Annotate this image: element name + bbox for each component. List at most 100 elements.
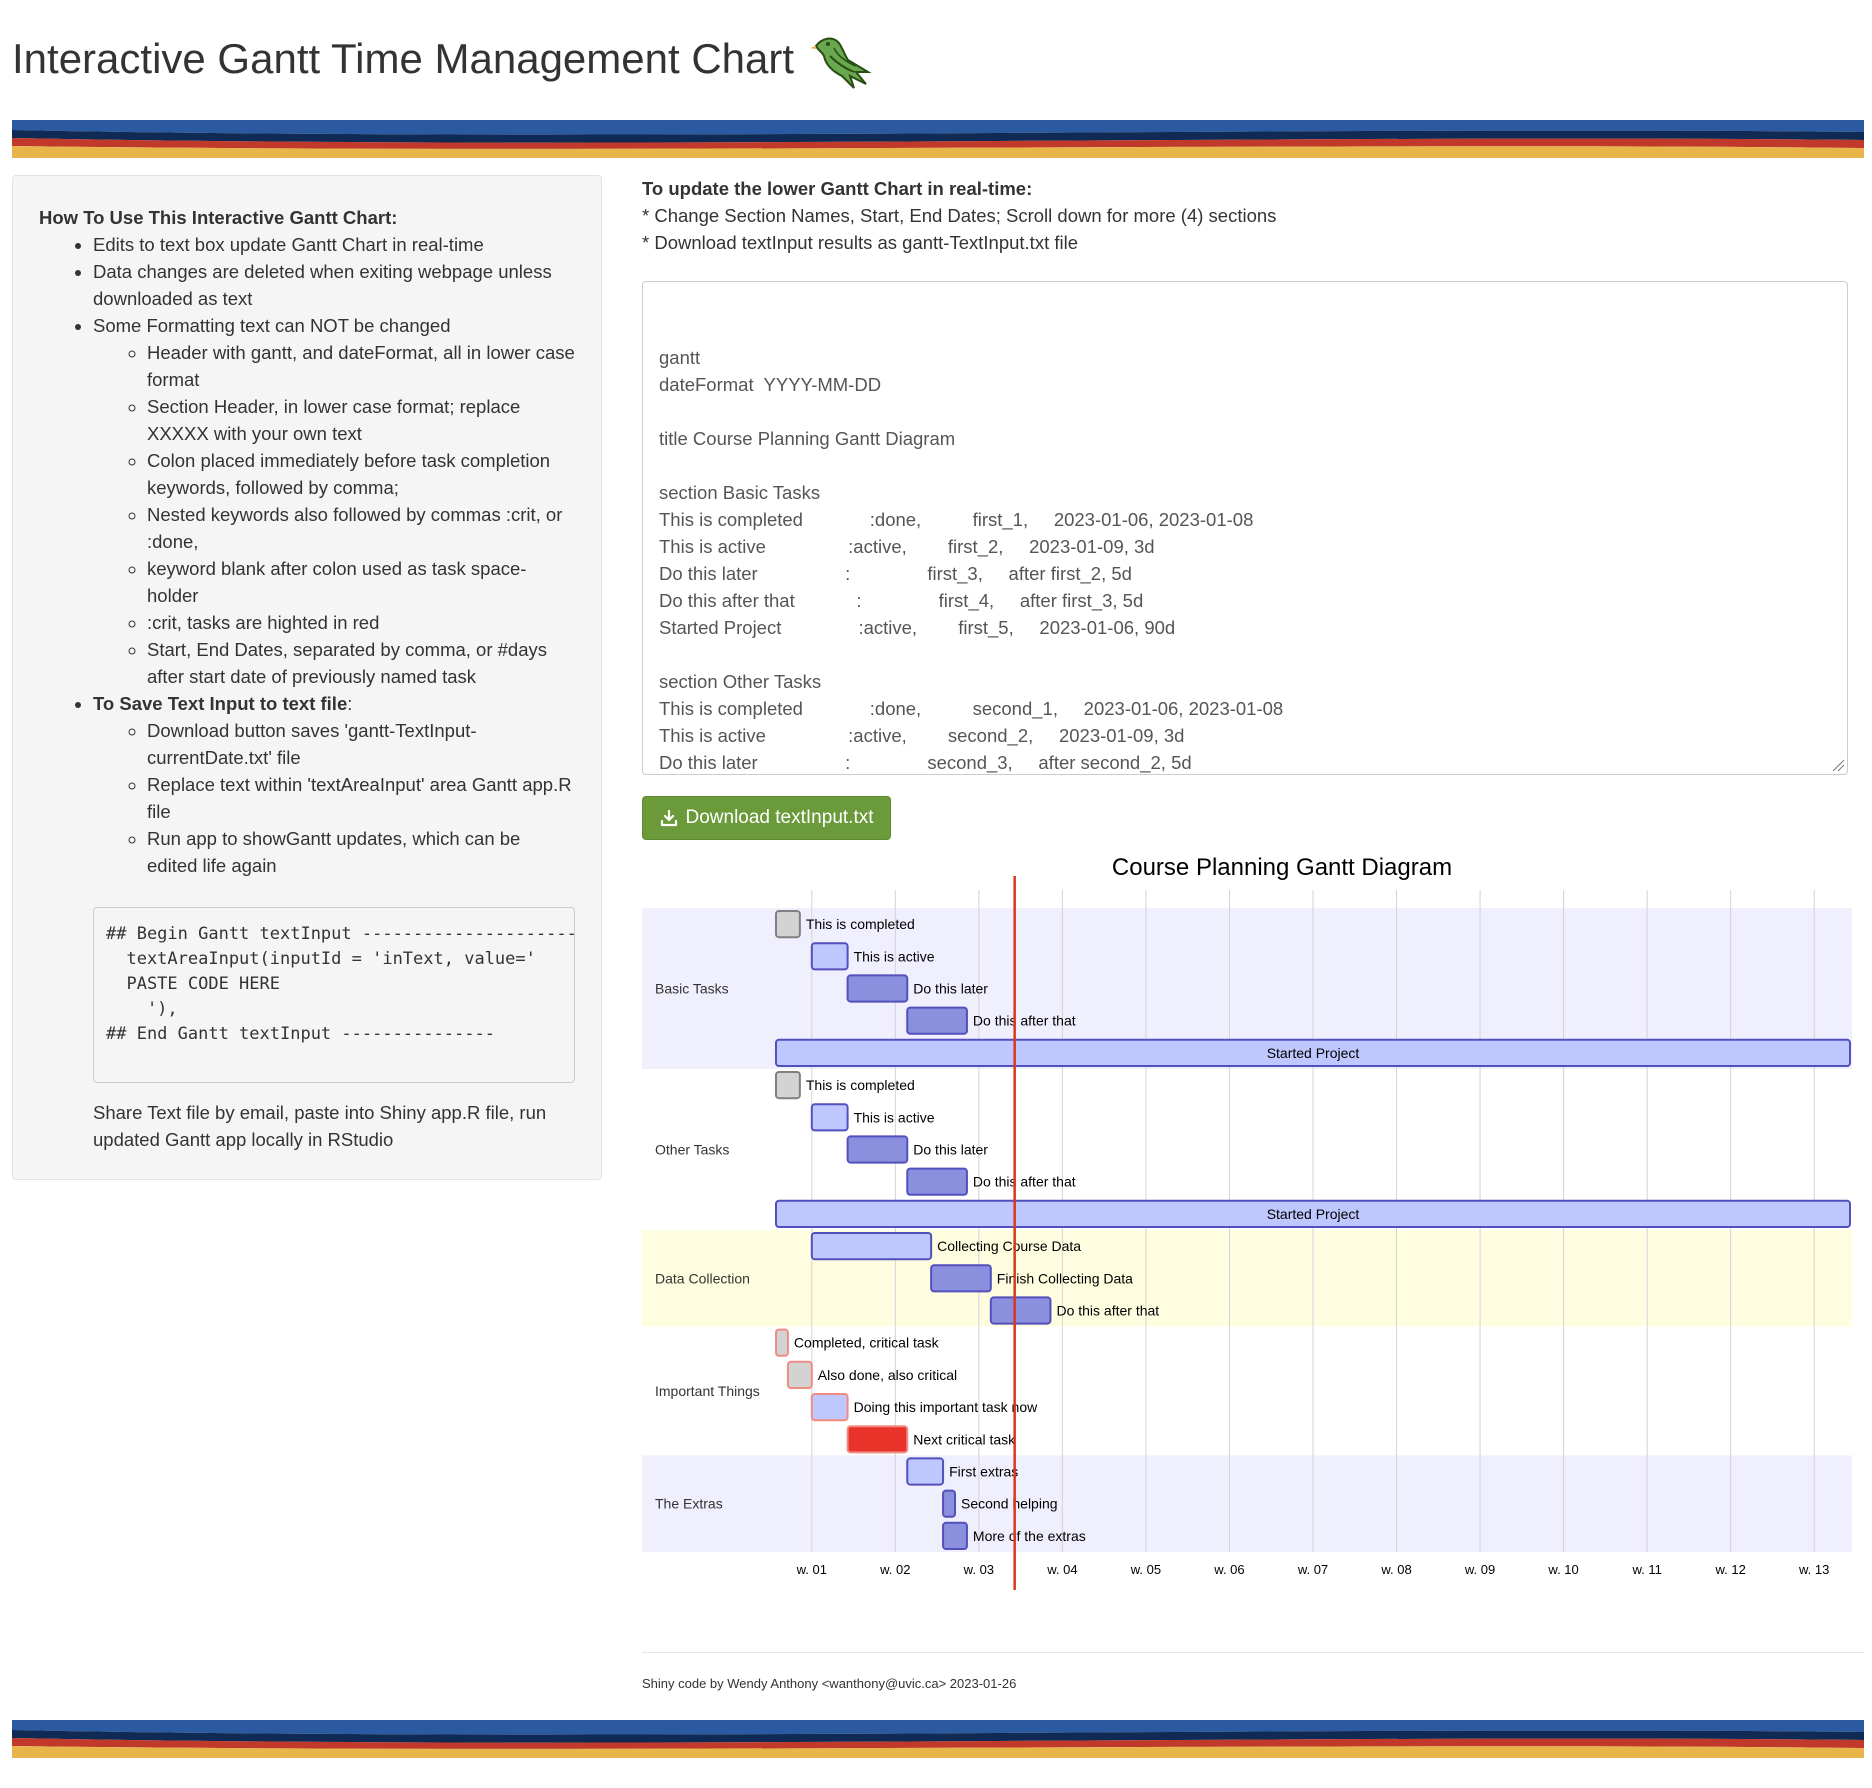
- textarea-line: gantt: [659, 347, 701, 368]
- save-heading: To Save Text Input to text file: [93, 693, 348, 714]
- task-bar: [775, 1328, 789, 1357]
- list-item: Download button saves 'gantt-TextInput-c…: [147, 717, 575, 771]
- list-item: Section Header, in lower case format; re…: [147, 393, 575, 447]
- chart-title: Course Planning Gantt Diagram: [1112, 854, 1452, 881]
- section-label: Other Tasks: [655, 1142, 729, 1158]
- textarea-line: Do this after that : first_4, after firs…: [659, 590, 1144, 611]
- list-item: To Save Text Input to text file: Downloa…: [93, 690, 575, 879]
- gantt-chart: Course Planning Gantt Diagram Basic Tasks…: [642, 850, 1852, 1595]
- task-bar: [786, 1360, 813, 1389]
- textarea-line: Started Project :active, first_5, 2023-0…: [659, 617, 1176, 638]
- textarea-line: Do this later : first_3, after first_2, …: [659, 563, 1132, 584]
- list-item: Start, End Dates, separated by comma, or…: [147, 636, 575, 690]
- textarea-line: section Other Tasks: [659, 671, 822, 692]
- code-line: ## End Gantt textInput ---------------: [106, 1024, 495, 1044]
- list-item: Data changes are deleted when exiting we…: [93, 258, 575, 312]
- list-item: Edits to text box update Gantt Chart in …: [93, 231, 575, 258]
- list-item: Replace text within 'textAreaInput' area…: [147, 771, 575, 825]
- task-bar: [930, 1264, 992, 1293]
- section-label: Important Things: [655, 1383, 760, 1399]
- textarea-line: This is completed :done, second_1, 2023-…: [659, 698, 1284, 719]
- x-tick-label: w. 06: [1213, 1562, 1244, 1577]
- task-label: Do this after that: [973, 1013, 1076, 1029]
- task-label: Started Project: [1267, 1206, 1360, 1222]
- page-title: Interactive Gantt Time Management Chart: [12, 26, 874, 92]
- task-label: Do this later: [913, 1142, 988, 1158]
- task-label: This is completed: [806, 916, 915, 932]
- instructions-heading: To update the lower Gantt Chart in real-…: [642, 178, 1033, 199]
- save-notes-list: Download button saves 'gantt-TextInput-c…: [93, 717, 575, 879]
- instructions: To update the lower Gantt Chart in real-…: [642, 175, 1864, 256]
- section-label: Data Collection: [655, 1270, 750, 1286]
- task-label: Second helping: [961, 1496, 1058, 1512]
- task-bar: [906, 1167, 968, 1196]
- gantt-text-input[interactable]: gantt dateFormat YYYY-MM-DD title Course …: [642, 281, 1848, 775]
- list-item: Run app to showGantt updates, which can …: [147, 825, 575, 879]
- download-button[interactable]: Download textInput.txt: [642, 796, 891, 840]
- task-bar: [942, 1521, 968, 1550]
- x-tick-label: w. 10: [1547, 1562, 1578, 1577]
- list-item: Some Formatting text can NOT be changed …: [93, 312, 575, 690]
- page-title-text: Interactive Gantt Time Management Chart: [12, 35, 795, 82]
- x-tick-label: w. 09: [1464, 1562, 1495, 1577]
- task-bar: [846, 974, 909, 1003]
- x-tick-label: w. 11: [1631, 1562, 1661, 1577]
- textarea-line: title Course Planning Gantt Diagram: [659, 428, 956, 449]
- sidebar-heading: How To Use This Interactive Gantt Chart:: [39, 207, 398, 228]
- textarea-line: dateFormat YYYY-MM-DD: [659, 374, 882, 395]
- code-line: textAreaInput(inputId = 'inText, value=': [106, 949, 536, 969]
- task-bar: [775, 910, 801, 939]
- x-tick-label: w. 07: [1297, 1562, 1328, 1577]
- textarea-line: [659, 398, 1831, 425]
- textarea-line: [659, 641, 1831, 668]
- x-tick-label: w. 13: [1798, 1562, 1829, 1577]
- task-bar: [846, 1425, 909, 1454]
- task-bar: [989, 1296, 1052, 1325]
- textarea-line: This is active :active, first_2, 2023-01…: [659, 536, 1155, 557]
- footer-credit: Shiny code by Wendy Anthony <wanthony@uv…: [642, 1676, 1017, 1691]
- instruction-line: * Change Section Names, Start, End Dates…: [642, 205, 1277, 226]
- task-label: This is active: [854, 948, 935, 964]
- task-label: Next critical task: [913, 1431, 1016, 1447]
- task-bar: [775, 1071, 801, 1100]
- task-label: Finish Collecting Data: [997, 1270, 1133, 1286]
- header-banner: [12, 120, 1864, 160]
- list-item: :crit, tasks are highted in red: [147, 609, 575, 636]
- section-band: [642, 1455, 1852, 1552]
- x-tick-label: w. 04: [1046, 1562, 1077, 1577]
- x-tick-label: w. 01: [796, 1562, 827, 1577]
- download-button-label: Download textInput.txt: [685, 807, 874, 828]
- gantt-chart-svg: Course Planning Gantt Diagram Basic Tasks…: [642, 854, 1852, 1594]
- footer-banner: [12, 1720, 1864, 1760]
- task-label: Collecting Course Data: [937, 1238, 1081, 1254]
- code-snippet: ## Begin Gantt textInput ---------------…: [93, 907, 575, 1083]
- x-tick-label: w. 03: [963, 1562, 994, 1577]
- task-bar: [906, 1457, 945, 1486]
- share-text: Share Text file by email, paste into Shi…: [93, 1102, 547, 1150]
- section-label: The Extras: [655, 1496, 723, 1512]
- resize-grip-icon[interactable]: [1831, 758, 1845, 772]
- x-tick-label: w. 12: [1714, 1562, 1745, 1577]
- list-item: Colon placed immediately before task com…: [147, 447, 575, 501]
- section-label: Basic Tasks: [655, 981, 729, 997]
- task-label: This is active: [854, 1109, 935, 1125]
- task-bar: [942, 1489, 957, 1518]
- textarea-line: section Basic Tasks: [659, 482, 821, 503]
- task-bar: [846, 1135, 909, 1164]
- footer-divider: [642, 1652, 1864, 1653]
- instruction-line: * Download textInput results as gantt-Te…: [642, 232, 1079, 253]
- task-label: Do this later: [913, 981, 988, 997]
- instructions-panel: How To Use This Interactive Gantt Chart:…: [12, 175, 602, 1180]
- download-icon: [660, 809, 677, 827]
- instructions-list: Edits to text box update Gantt Chart in …: [39, 231, 575, 879]
- list-item: Header with gantt, and dateFormat, all i…: [147, 339, 575, 393]
- task-label: First extras: [949, 1464, 1018, 1480]
- x-tick-label: w. 05: [1130, 1562, 1161, 1577]
- list-item-label: Some Formatting text can NOT be changed: [93, 315, 451, 336]
- green-bird-icon: [808, 26, 874, 92]
- code-line: '),: [106, 999, 178, 1019]
- task-label: Completed, critical task: [794, 1335, 940, 1351]
- task-label: Doing this important task now: [854, 1399, 1039, 1415]
- task-label: This is completed: [806, 1077, 915, 1093]
- task-bar: [810, 1393, 849, 1422]
